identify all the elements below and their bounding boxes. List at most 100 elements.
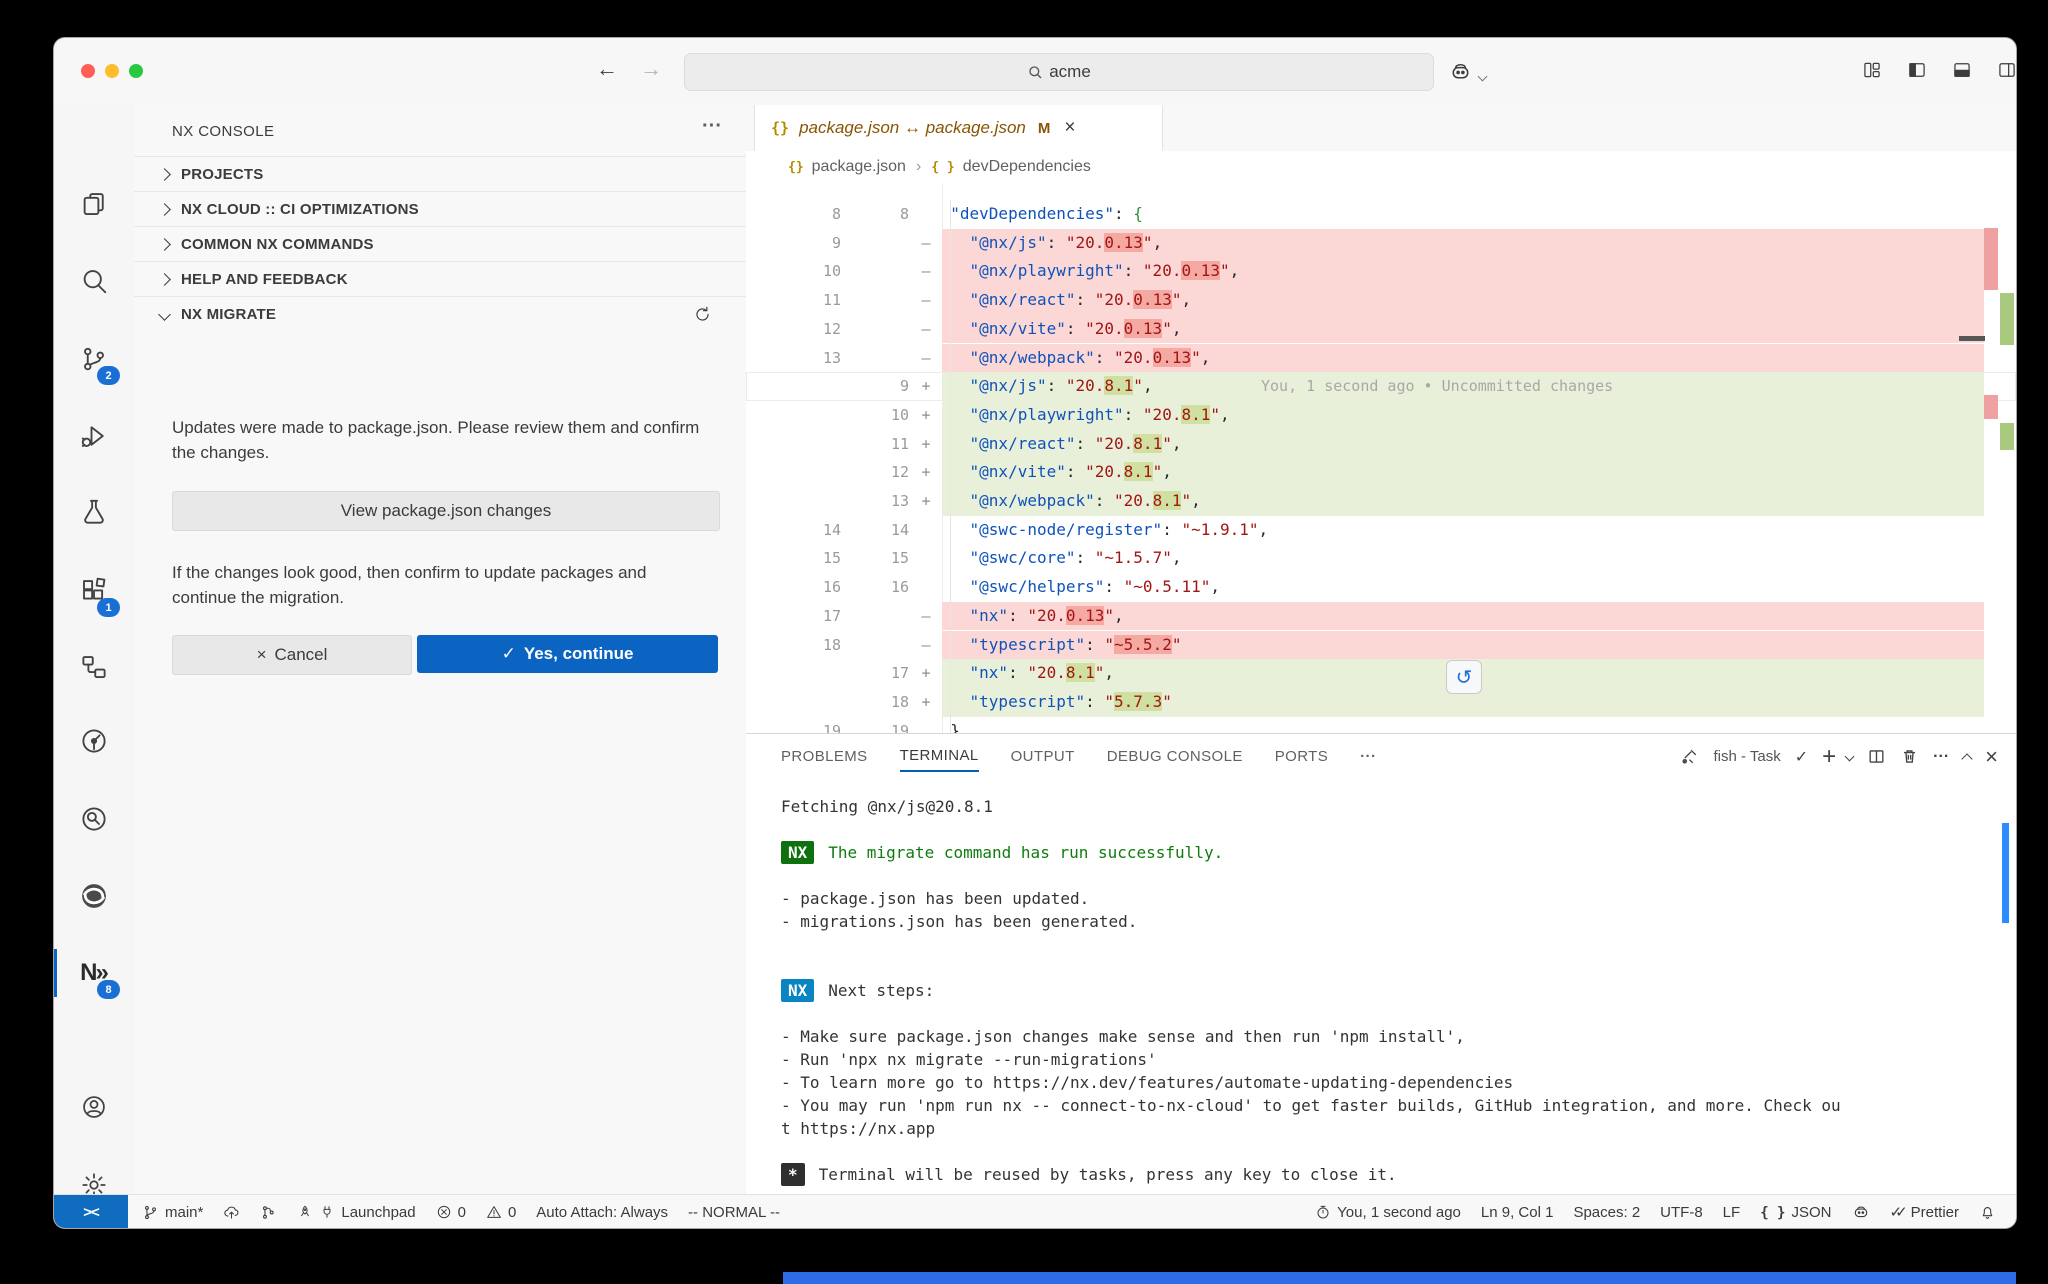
activity-item-testing[interactable] xyxy=(54,483,133,541)
panel-tab-debug-console[interactable]: DEBUG CONSOLE xyxy=(1107,742,1243,771)
terminal-instance-label[interactable]: fish - Task xyxy=(1713,748,1780,765)
diff-row[interactable]: 1414 "@swc-node/register": "~1.9.1", xyxy=(746,516,2016,545)
maximize-panel-icon[interactable] xyxy=(1961,753,1972,764)
activity-item-gitlens[interactable] xyxy=(54,790,133,848)
status-item--normal-[interactable]: -- NORMAL -- xyxy=(688,1204,780,1221)
status-item-main-[interactable]: main* xyxy=(142,1204,203,1221)
diff-row[interactable]: 18+ "typescript": "5.7.3" xyxy=(746,688,2016,717)
status-item-0[interactable]: 0 xyxy=(486,1204,516,1221)
status-item-spaces-2[interactable]: Spaces: 2 xyxy=(1573,1204,1640,1221)
diff-row[interactable]: 12+ "@nx/vite": "20.8.1", xyxy=(746,458,2016,487)
sidebar-section-common-nx-commands[interactable]: COMMON NX COMMANDS xyxy=(134,226,746,262)
diff-row[interactable]: 10+ "@nx/playwright": "20.8.1", xyxy=(746,401,2016,430)
status-item-json[interactable]: { }JSON xyxy=(1760,1204,1831,1221)
activity-item-run-debug[interactable] xyxy=(54,407,133,465)
activity-item-account[interactable] xyxy=(54,1078,133,1136)
panel-tab-ports[interactable]: PORTS xyxy=(1275,742,1328,771)
status-item-utf-8[interactable]: UTF-8 xyxy=(1660,1204,1703,1221)
panel-tabs-more-icon[interactable]: ··· xyxy=(1360,742,1376,771)
activity-item-source-control[interactable]: 2 xyxy=(54,330,133,388)
diff-row[interactable]: 88 "devDependencies": { xyxy=(746,200,2016,229)
diff-row[interactable]: 12– "@nx/vite": "20.0.13", xyxy=(746,315,2016,344)
breadcrumb-symbol[interactable]: devDependencies xyxy=(963,158,1091,176)
status-item[interactable] xyxy=(260,1204,277,1221)
activity-item-explorer[interactable] xyxy=(54,175,133,233)
line-number-original: 15 xyxy=(746,544,841,573)
panel-tab-problems[interactable]: PROBLEMS xyxy=(781,742,868,771)
status-item[interactable] xyxy=(223,1204,240,1221)
tab-package-json-diff[interactable]: {} package.json ↔ package.json M × xyxy=(754,105,1163,151)
diff-row[interactable]: 17– "nx": "20.0.13", xyxy=(746,602,2016,631)
copilot-chevron-down-icon[interactable] xyxy=(1479,67,1486,85)
breadcrumb-file[interactable]: package.json xyxy=(812,158,906,176)
diff-editor[interactable]: 88 "devDependencies": {9– "@nx/js": "20.… xyxy=(746,183,2016,733)
console-swirl-icon xyxy=(79,881,109,911)
status-item[interactable] xyxy=(1852,1203,1870,1221)
code-line: "@nx/js": "20.8.1", xyxy=(931,372,1153,401)
tab-close-icon[interactable]: × xyxy=(1064,117,1075,139)
zoom-window-button[interactable] xyxy=(129,64,143,78)
yes-continue-button[interactable]: ✓Yes, continue xyxy=(417,635,718,673)
status-item-prettier[interactable]: ✓✓Prettier xyxy=(1890,1203,1960,1221)
split-terminal-icon[interactable] xyxy=(1867,747,1886,766)
status-item-auto-attach-always[interactable]: Auto Attach: Always xyxy=(536,1204,668,1221)
diff-row[interactable]: 1919 } xyxy=(746,717,2016,733)
diff-row[interactable]: 1616 "@swc/helpers": "~0.5.11", xyxy=(746,573,2016,602)
refresh-icon[interactable] xyxy=(693,305,712,324)
kill-terminal-icon[interactable] xyxy=(1900,747,1919,766)
back-arrow-icon[interactable]: ← xyxy=(596,56,618,82)
sidebar-left-icon[interactable] xyxy=(1907,60,1927,80)
activity-item-project-boxes[interactable] xyxy=(54,638,133,696)
status-item-ln-9-col-1[interactable]: Ln 9, Col 1 xyxy=(1481,1204,1554,1221)
cancel-button[interactable]: ×Cancel xyxy=(172,635,412,675)
diff-row[interactable]: 17+ "nx": "20.8.1", xyxy=(746,659,2016,688)
sidebar-section-projects[interactable]: PROJECTS xyxy=(134,156,746,192)
status-item-0[interactable]: 0 xyxy=(436,1204,466,1221)
sidebar-section-nx-migrate[interactable]: NX MIGRATE xyxy=(134,296,746,332)
remote-indicator[interactable]: >< xyxy=(54,1195,128,1229)
status-item-lf[interactable]: LF xyxy=(1723,1204,1741,1221)
task-icon xyxy=(1680,747,1699,766)
diff-row[interactable]: 1515 "@swc/core": "~1.5.7", xyxy=(746,544,2016,573)
code-line: "@nx/react": "20.8.1", xyxy=(931,430,1181,459)
status-item-launchpad[interactable]: Launchpad xyxy=(297,1204,415,1221)
sidebar-section-nx-cloud-ci-optimizations[interactable]: NX CLOUD :: CI OPTIMIZATIONS xyxy=(134,191,746,227)
activity-item-extensions[interactable]: 1 xyxy=(54,562,133,620)
diff-row[interactable]: 13– "@nx/webpack": "20.0.13", xyxy=(746,344,2016,373)
diff-row[interactable]: 10– "@nx/playwright": "20.0.13", xyxy=(746,257,2016,286)
activity-item-console-swirl[interactable] xyxy=(54,867,133,925)
diff-row[interactable]: 11+ "@nx/react": "20.8.1", xyxy=(746,430,2016,459)
activity-item-commit-circle[interactable] xyxy=(54,712,133,770)
revert-change-icon[interactable]: ↺ xyxy=(1446,660,1482,694)
code-line: } xyxy=(931,717,960,733)
close-window-button[interactable] xyxy=(81,64,95,78)
minimize-window-button[interactable] xyxy=(105,64,119,78)
diff-row[interactable]: 18– "typescript": "~5.5.2" xyxy=(746,631,2016,660)
view-package-json-changes-button[interactable]: View package.json changes xyxy=(172,491,720,531)
status-item-you-1-second-ago[interactable]: You, 1 second ago xyxy=(1315,1204,1461,1221)
forward-arrow-icon[interactable]: → xyxy=(640,56,662,82)
close-panel-icon[interactable]: × xyxy=(1985,744,1998,770)
status-item[interactable] xyxy=(1979,1204,1996,1221)
panel-tab-terminal[interactable]: TERMINAL xyxy=(900,741,979,772)
new-terminal-button[interactable]: + xyxy=(1822,743,1836,771)
panel-bottom-icon[interactable] xyxy=(1952,60,1972,80)
activity-item-search[interactable] xyxy=(54,252,133,310)
sidebar-right-icon[interactable] xyxy=(1997,60,2017,80)
overview-ruler[interactable] xyxy=(1984,183,2016,733)
command-center-search[interactable]: acme xyxy=(684,53,1434,91)
diff-row[interactable]: 9– "@nx/js": "20.0.13", xyxy=(746,229,2016,258)
sidebar-section-help-and-feedback[interactable]: HELP AND FEEDBACK xyxy=(134,261,746,297)
title-bar: ← → acme xyxy=(54,38,2016,106)
layout-icon[interactable] xyxy=(1862,60,1882,80)
panel-more-actions-icon[interactable]: ··· xyxy=(1933,748,1949,766)
terminal-scrollbar[interactable] xyxy=(2002,823,2009,923)
diff-row[interactable]: 11– "@nx/react": "20.0.13", xyxy=(746,286,2016,315)
diff-row[interactable]: 13+ "@nx/webpack": "20.8.1", xyxy=(746,487,2016,516)
activity-item-nx-console[interactable]: N»8 xyxy=(54,944,133,1002)
diff-row[interactable]: 9+ "@nx/js": "20.8.1",You, 1 second ago … xyxy=(746,372,2016,401)
sidebar-more-actions-icon[interactable]: ··· xyxy=(702,115,722,138)
copilot-icon[interactable] xyxy=(1449,60,1472,83)
panel-tab-output[interactable]: OUTPUT xyxy=(1011,742,1075,771)
terminal-dropdown-icon[interactable] xyxy=(1845,752,1855,762)
